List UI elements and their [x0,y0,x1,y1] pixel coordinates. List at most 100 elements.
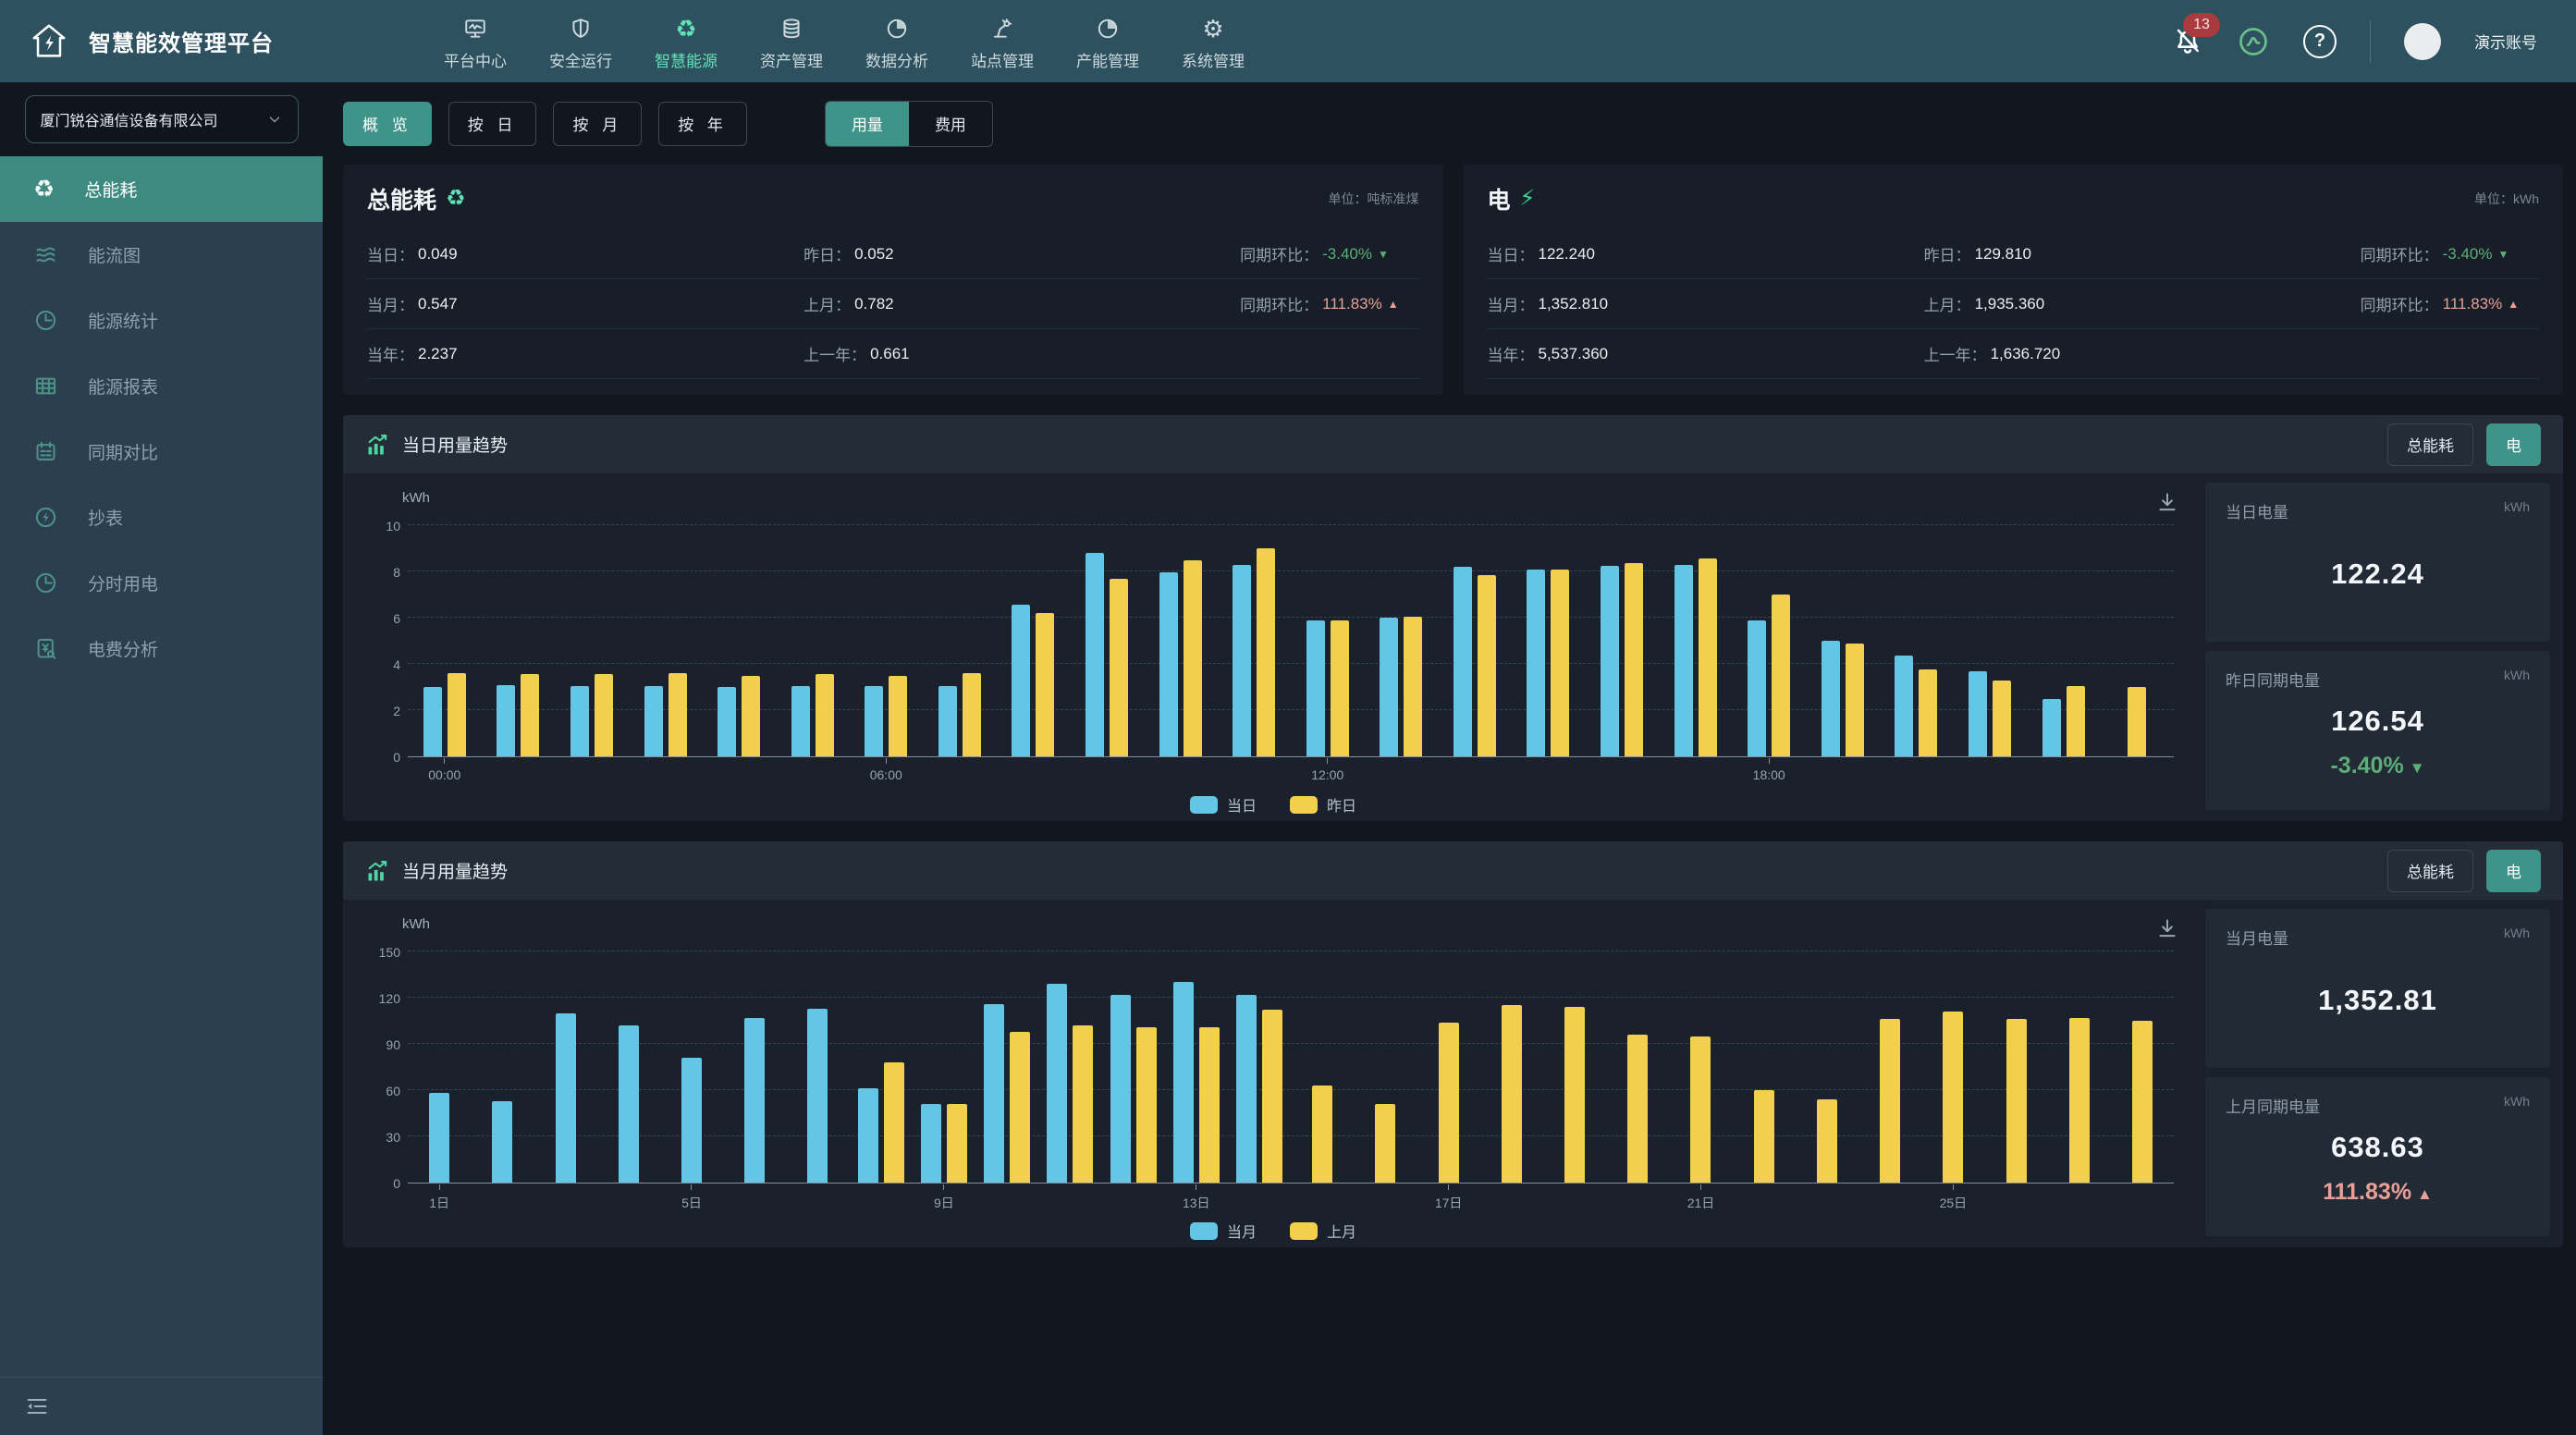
notifications-bell-icon[interactable]: 13 [2172,26,2203,57]
stat-mid: 638.63 111.83%▲ [2226,1117,2530,1220]
sidebar-item-2[interactable]: 能源统计 [0,288,323,353]
trend-chart-icon [365,858,391,884]
bar-上月 [1136,1027,1157,1183]
bar-昨日 [1846,644,1864,757]
stat-value: 638.63 [2331,1131,2424,1164]
bar-group [2100,525,2174,756]
x-tick-label [1984,1184,2047,1212]
bar-group [1796,951,1858,1183]
tab-by-month[interactable]: 按 月 [553,102,642,146]
bar-上月 [2132,1021,2153,1183]
bar-当日 [1895,656,1913,756]
x-tick-label [1354,1184,1417,1212]
x-tick-label [1512,758,1586,782]
account-name[interactable]: 演示账号 [2474,30,2537,53]
collapse-sidebar-icon[interactable] [24,1393,50,1419]
x-tick [943,1184,944,1190]
x-tick-label [1880,758,1954,782]
y-tick-label: 2 [365,704,400,718]
stat-label: 当月电量 [2226,926,2288,949]
nav-item-7[interactable]: ⚙系统管理 [1182,17,1245,71]
nav-item-3[interactable]: 资产管理 [760,17,823,71]
x-tick-label [1806,758,1880,782]
panel-btn-1[interactable]: 电 [2486,423,2541,466]
panel-btn-0[interactable]: 总能耗 [2387,423,2473,466]
y-tick-label: 150 [365,945,400,960]
bar-上月 [1943,1012,1963,1183]
sidebar-item-1[interactable]: 能流图 [0,222,323,288]
legend-label: 当月 [1227,1220,1257,1242]
bar-当日 [1748,620,1766,757]
bar-group [997,525,1071,756]
chart-plot[interactable]: 0306090120150 [408,951,2174,1184]
card-data-cell: 同期环比：111.83%▲ [2361,292,2539,315]
panel-btn-0[interactable]: 总能耗 [2387,850,2473,892]
y-tick-label: 0 [365,750,400,765]
x-axis-labels: 1日5日9日13日17日21日25日 [408,1184,2174,1212]
panel-body: kWh024681000:0006:0012:0018:00当日昨日当日电量kW… [343,473,2563,821]
bar-上月 [1010,1032,1030,1183]
company-select[interactable]: 厦门锐谷通信设备有限公司 [25,95,299,143]
legend-item-当日[interactable]: 当日 [1190,793,1257,816]
bar-昨日 [1551,570,1569,757]
download-icon[interactable] [2155,490,2179,514]
nav-item-4[interactable]: 数据分析 [865,17,928,71]
tab-by-day[interactable]: 按 日 [448,102,537,146]
card-data-row: 当年：5,537.360上一年：1,636.720 [1488,329,2540,379]
bar-group [702,525,776,756]
sidebar-item-7[interactable]: 电费分析 [0,616,323,681]
bar-group [1512,525,1586,756]
help-icon[interactable]: ? [2303,25,2337,58]
bar-当日 [718,687,736,756]
sidebar-item-label: 总能耗 [84,177,137,202]
nav-item-2[interactable]: ♻智慧能源 [655,17,718,71]
legend-item-当月[interactable]: 当月 [1190,1220,1257,1242]
sidebar-item-6[interactable]: 分时用电 [0,550,323,616]
mode-usage[interactable]: 用量 [826,102,909,146]
card-head: 总能耗♻单位：吨标准煤 [367,168,1419,229]
bar-上月 [2006,1019,2027,1183]
avatar[interactable] [2404,23,2441,60]
tab-overview[interactable]: 概 览 [343,102,432,146]
bar-group [1669,951,1732,1183]
bar-当月 [744,1018,765,1183]
panel-btn-1[interactable]: 电 [2486,850,2541,892]
sidebar-item-0[interactable]: ♻总能耗 [0,156,323,222]
stat-label: 上月同期电量 [2226,1094,2320,1117]
logo-house-bolt-icon [28,20,70,63]
download-icon[interactable] [2155,916,2179,940]
x-tick-label: 00:00 [408,758,482,782]
cell-label: 当月： [367,292,414,315]
card-data-cell: 昨日：0.052 [803,242,1240,265]
sidebar-item-4[interactable]: 同期对比 [0,419,323,484]
bar-当日 [644,686,663,756]
legend-swatch [1290,1222,1318,1240]
legend-item-昨日[interactable]: 昨日 [1290,793,1356,816]
gauge-icon[interactable] [2237,25,2270,58]
legend-item-上月[interactable]: 上月 [1290,1220,1356,1242]
bar-昨日 [595,674,613,756]
panel-head: 当月用量趋势 总能耗电 [343,841,2563,900]
header-divider [2370,20,2371,63]
card-data-cell: 当月：0.547 [367,292,803,315]
chart-plot[interactable]: 0246810 [408,525,2174,757]
legend-label: 当日 [1227,793,1257,816]
cell-value: 111.83% [1322,295,1382,313]
mode-cost[interactable]: 费用 [909,102,992,146]
bar-group [534,951,596,1183]
x-tick-label: 13日 [1165,1184,1228,1212]
tab-by-year[interactable]: 按 年 [658,102,747,146]
bar-group [408,951,471,1183]
nav-item-1[interactable]: 安全运行 [549,17,612,71]
bar-上月 [2069,1018,2090,1183]
sidebar-item-3[interactable]: 能源报表 [0,353,323,419]
nav-item-0[interactable]: 平台中心 [444,17,507,71]
bar-当月 [429,1093,449,1183]
sidebar-item-5[interactable]: 抄表 [0,484,323,550]
y-tick-label: 120 [365,991,400,1006]
stat-delta: 111.83%▲ [2323,1179,2433,1206]
nav-item-6[interactable]: 产能管理 [1076,17,1139,71]
panel-title: 当月用量趋势 [402,858,508,883]
nav-item-5[interactable]: 站点管理 [971,17,1034,71]
chart-panel-0: 当日用量趋势总能耗电kWh024681000:0006:0012:0018:00… [343,415,2563,821]
